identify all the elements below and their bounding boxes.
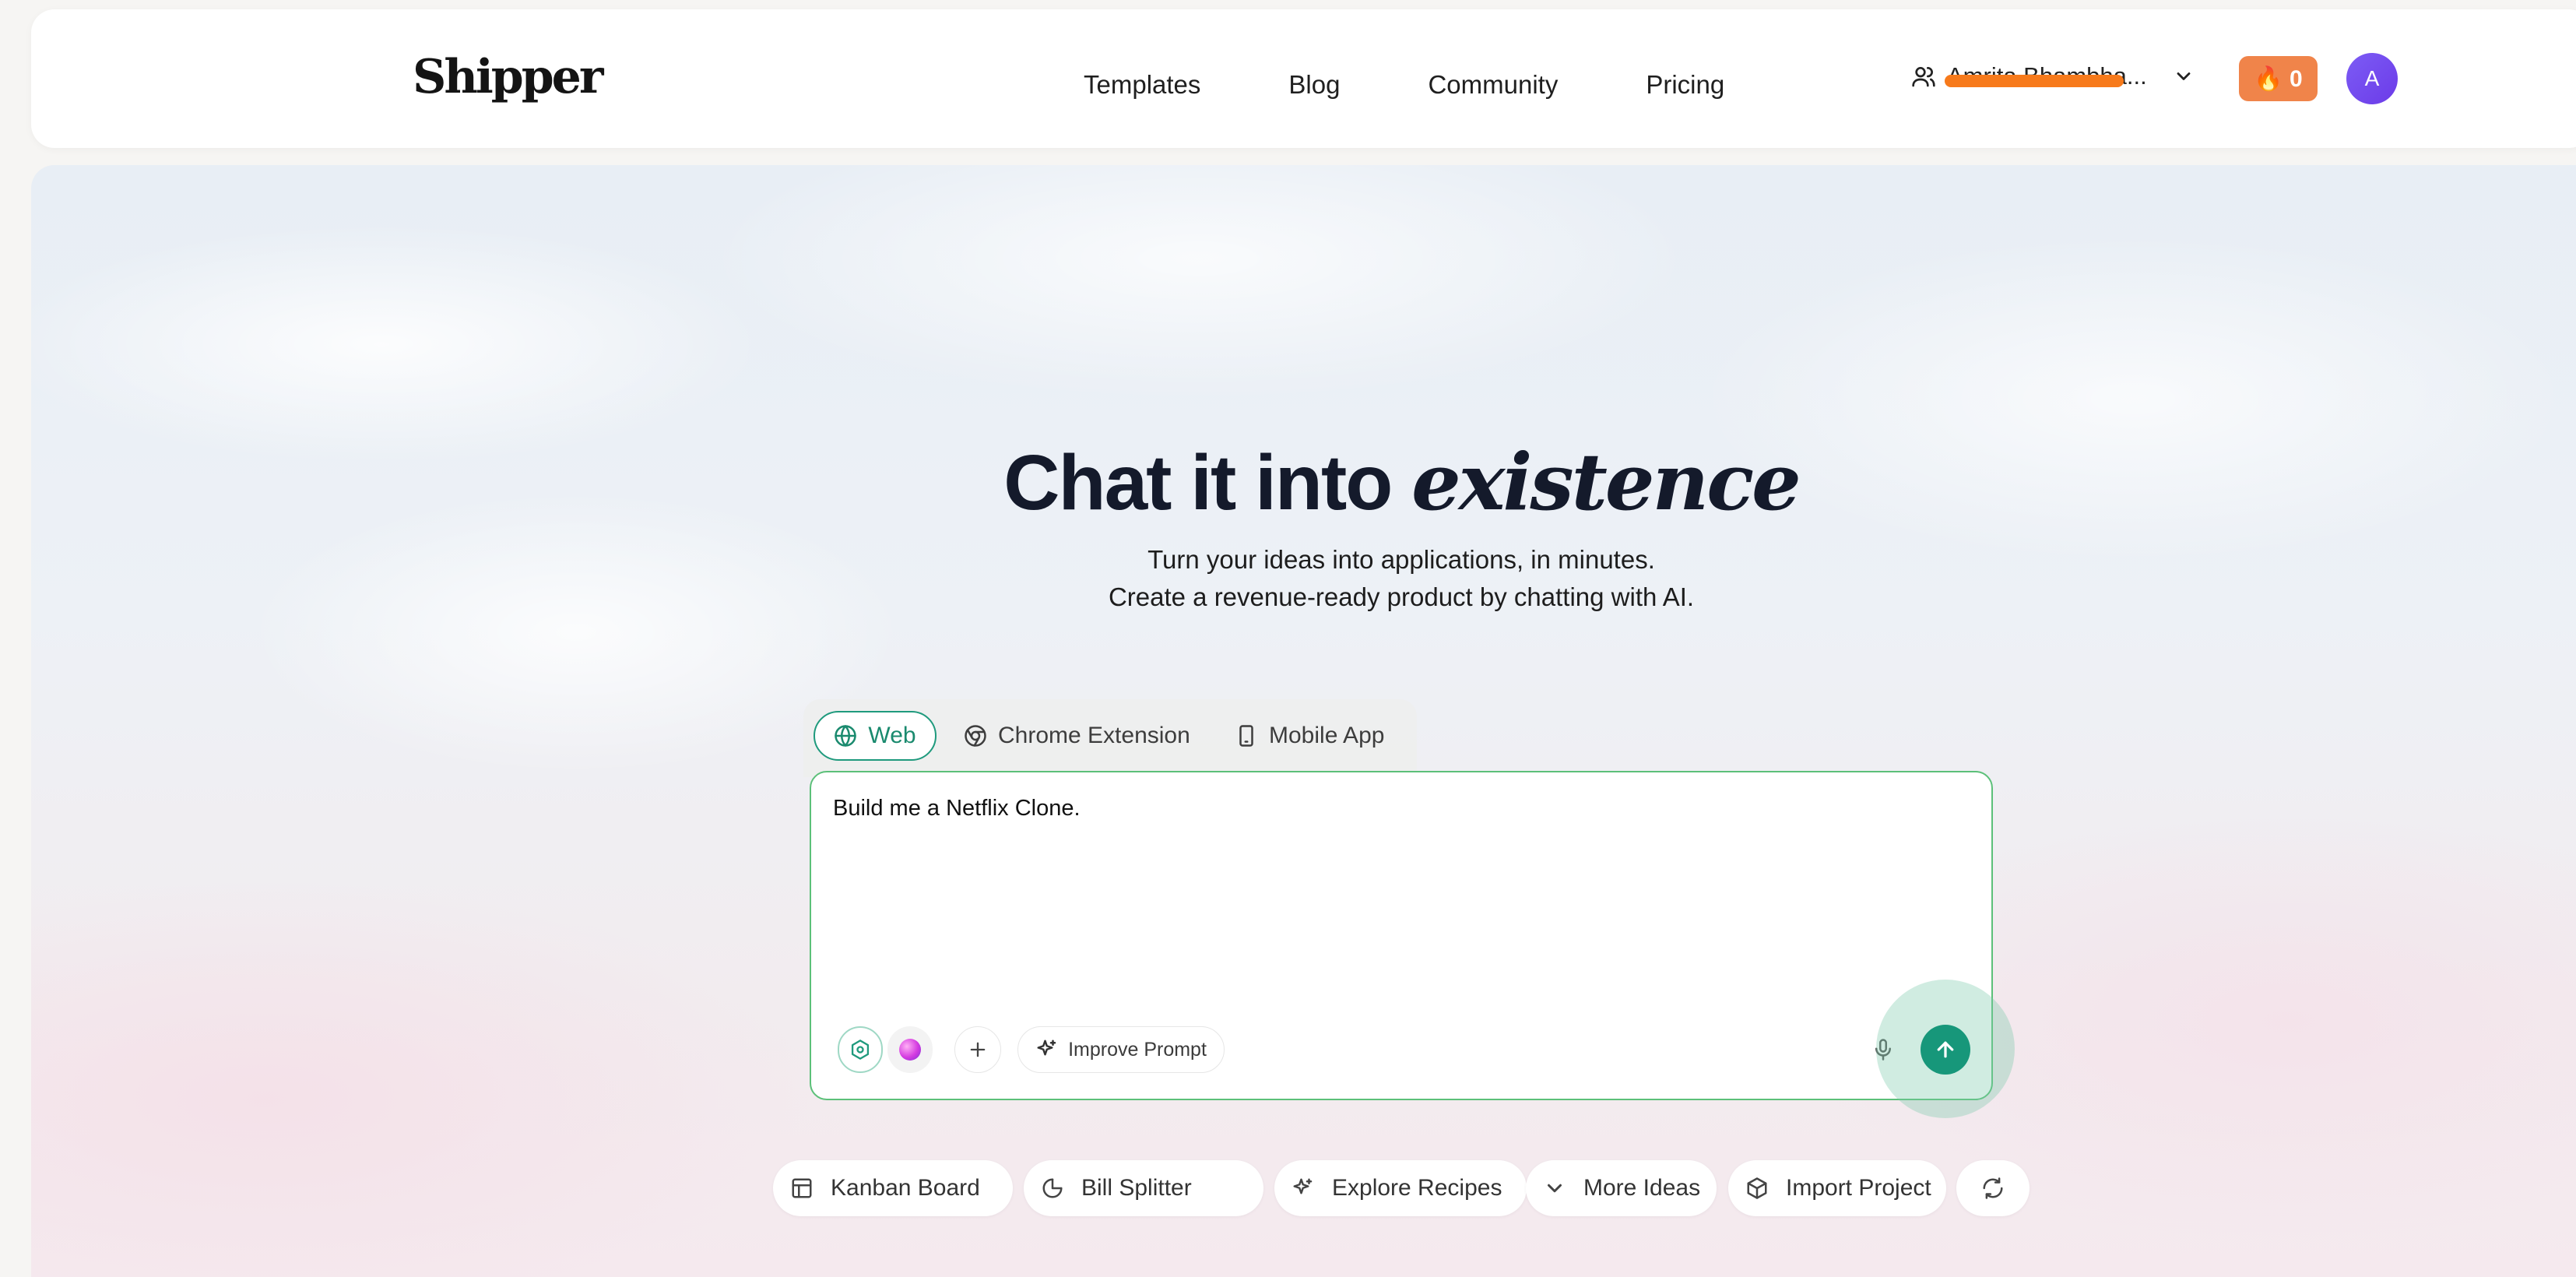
suggestion-explore-recipes[interactable]: Explore Recipes bbox=[1274, 1160, 1527, 1216]
chip-label: More Ideas bbox=[1583, 1175, 1701, 1201]
chevron-down-icon bbox=[1548, 1184, 1562, 1193]
chevron-down-icon[interactable] bbox=[2173, 65, 2195, 87]
chrome-icon bbox=[965, 725, 986, 747]
settings-button[interactable] bbox=[838, 1026, 883, 1073]
nav-pricing[interactable]: Pricing bbox=[1646, 70, 1724, 100]
nav-blog[interactable]: Blog bbox=[1288, 70, 1340, 100]
redaction-mark bbox=[1945, 75, 2124, 87]
improve-prompt-label: Improve Prompt bbox=[1068, 1038, 1207, 1061]
chip-label: Bill Splitter bbox=[1081, 1175, 1192, 1201]
arrow-up-icon bbox=[1937, 1041, 1954, 1058]
headline-plain: Chat it into bbox=[1003, 439, 1412, 526]
suggestion-kanban-board[interactable]: Kanban Board bbox=[773, 1160, 1013, 1216]
attach-button[interactable] bbox=[954, 1026, 1001, 1073]
refresh-icon bbox=[1983, 1177, 2003, 1199]
improve-prompt-button[interactable]: Improve Prompt bbox=[1017, 1026, 1225, 1073]
avatar[interactable]: A bbox=[2346, 53, 2398, 104]
nav-templates[interactable]: Templates bbox=[1084, 70, 1200, 100]
main-nav: Templates Blog Community Pricing bbox=[1084, 70, 1812, 100]
tab-web[interactable]: Web bbox=[814, 711, 937, 761]
streak-badge[interactable]: 🔥 0 bbox=[2239, 56, 2318, 101]
globe-icon bbox=[835, 725, 857, 747]
chip-label: Explore Recipes bbox=[1332, 1175, 1502, 1201]
headline-emphasis: existence bbox=[1411, 436, 1801, 528]
tab-label: Mobile App bbox=[1269, 723, 1385, 748]
tab-label: Chrome Extension bbox=[998, 723, 1190, 748]
phone-icon bbox=[1239, 725, 1253, 747]
shipper-logo[interactable]: Shipper bbox=[413, 50, 603, 104]
chip-label: Import Project bbox=[1786, 1175, 1931, 1201]
send-button[interactable] bbox=[1921, 1025, 1970, 1075]
settings-icon bbox=[851, 1040, 870, 1060]
grid-icon bbox=[792, 1178, 812, 1198]
tab-chrome-extension[interactable]: Chrome Extension bbox=[964, 711, 1190, 761]
prompt-input[interactable]: Build me a Netflix Clone. bbox=[833, 796, 1081, 821]
tab-mobile-app[interactable]: Mobile App bbox=[1235, 711, 1384, 761]
suggestion-bill-splitter[interactable]: Bill Splitter bbox=[1024, 1160, 1263, 1216]
refresh-suggestions-button[interactable] bbox=[1956, 1160, 2030, 1216]
model-orb-icon bbox=[899, 1039, 921, 1061]
subtitle-line-2: Create a revenue-ready product by chatti… bbox=[1108, 582, 1695, 611]
model-selector-button[interactable] bbox=[887, 1026, 933, 1073]
users-icon bbox=[1912, 67, 1935, 87]
suggestion-more-ideas[interactable]: More Ideas bbox=[1526, 1160, 1717, 1216]
tab-label: Web bbox=[868, 723, 916, 748]
plus-icon bbox=[970, 1042, 986, 1057]
suggestion-import-project[interactable]: Import Project bbox=[1728, 1160, 1946, 1216]
pie-icon bbox=[1042, 1178, 1063, 1198]
sparkle-icon bbox=[1293, 1178, 1313, 1194]
subtitle-line-1: Turn your ideas into applications, in mi… bbox=[1147, 545, 1655, 574]
page-title: Chat it into existence bbox=[0, 436, 2576, 528]
sparkle-icon bbox=[1037, 1040, 1056, 1056]
box-icon bbox=[1747, 1177, 1767, 1199]
chip-label: Kanban Board bbox=[831, 1175, 980, 1201]
nav-community[interactable]: Community bbox=[1428, 70, 1558, 100]
